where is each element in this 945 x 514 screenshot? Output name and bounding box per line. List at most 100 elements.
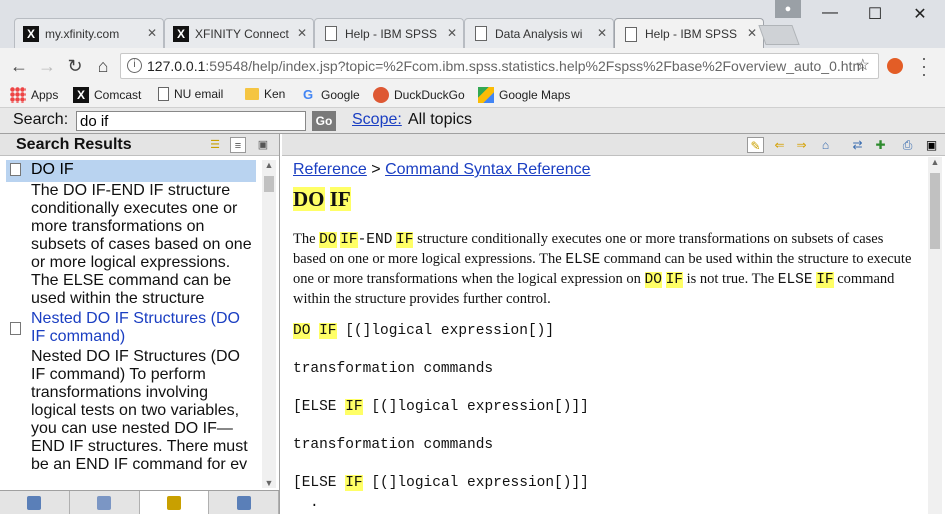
contents-tab[interactable] — [0, 491, 70, 514]
window-close-icon[interactable]: ✕ — [905, 4, 935, 24]
help-search-bar: Search: Go Scope: All topics — [0, 108, 945, 134]
syntax-line: [ELSE IF [(]logical expression[)]] — [293, 475, 589, 491]
result-title: Nested DO IF Structures (DO IF command) — [31, 310, 240, 345]
back-arrow-icon[interactable]: ← — [8, 56, 30, 77]
bookmark-apps[interactable]: Apps — [10, 87, 58, 103]
bookmark-document-icon[interactable]: ✚ — [872, 137, 889, 153]
bookmark-label: Google Maps — [499, 88, 571, 102]
syntax-line: DO IF [(]logical expression[)] — [293, 323, 554, 339]
bookmark-star-icon[interactable]: ☆ — [856, 54, 870, 78]
syntax-line: transformation commands — [293, 361, 494, 377]
scroll-thumb[interactable] — [264, 176, 274, 192]
breadcrumb-reference-link[interactable]: Reference — [293, 161, 367, 178]
content-scrollbar[interactable]: ▲ — [928, 157, 942, 514]
bookmark-label: Google — [321, 88, 360, 102]
title-term: DO — [293, 187, 325, 211]
keyword: IF — [816, 272, 834, 288]
bookmark-label: NU email — [174, 87, 224, 101]
document-icon — [10, 322, 21, 335]
home-topic-icon[interactable]: ⌂ — [817, 137, 834, 153]
browser-menu-icon[interactable]: · · · — [921, 49, 927, 83]
highlight-search-terms-icon[interactable]: ✎ — [747, 137, 764, 153]
forward-arrow-icon[interactable]: → — [36, 56, 58, 77]
bookmark-nu-email[interactable]: NU email — [158, 87, 223, 101]
bookmark-label: Apps — [31, 88, 59, 102]
show-categories-icon[interactable]: ☰ — [207, 137, 223, 153]
bookmarks-bar: Apps X Comcast NU email Ken G Google Duc… — [0, 84, 945, 108]
maximize-icon[interactable]: ☐ — [860, 4, 890, 24]
topic-content-pane: ✎ ⇐ ⇒ ⌂ ⇄ ✚ ⎙ ▣ Reference > Command Synt… — [282, 134, 945, 514]
page-title: DO IF — [293, 187, 351, 212]
document-icon — [158, 87, 169, 101]
close-icon[interactable]: ✕ — [147, 26, 157, 40]
search-results-tab[interactable] — [139, 491, 210, 514]
minimize-icon[interactable]: — — [815, 4, 845, 22]
search-label: Search: — [13, 111, 69, 128]
bookmark-duckduckgo[interactable]: DuckDuckGo — [373, 87, 465, 103]
keyword: IF — [319, 323, 337, 339]
browser-tab-1[interactable]: X my.xfinity.com ✕ — [14, 18, 164, 48]
bookmark-label: DuckDuckGo — [394, 88, 465, 102]
bookmarks-icon — [236, 495, 251, 510]
maximize-pane-icon[interactable]: ▣ — [923, 137, 940, 153]
scroll-down-icon[interactable]: ▼ — [262, 478, 276, 488]
bookmark-google[interactable]: G Google — [300, 87, 360, 103]
results-list: DO IF The DO IF-END IF structure conditi… — [0, 160, 261, 488]
back-topic-icon[interactable]: ⇐ — [771, 137, 788, 153]
index-tab[interactable] — [70, 491, 140, 514]
browser-tab-4[interactable]: Data Analysis wi ✕ — [464, 18, 614, 48]
keyword: IF — [345, 399, 363, 415]
keyword: DO — [644, 272, 662, 288]
close-icon[interactable]: ✕ — [447, 26, 457, 40]
reload-icon[interactable]: ↻ — [64, 56, 86, 77]
close-icon[interactable]: ✕ — [297, 26, 307, 40]
search-input[interactable] — [76, 111, 306, 131]
keyword: ELSE — [565, 252, 601, 268]
print-page-icon[interactable]: ⎙ — [899, 137, 916, 153]
topic-paragraph: The DO IF-END IF structure conditionally… — [293, 230, 918, 309]
info-icon[interactable]: i — [127, 58, 142, 73]
show-in-contents-icon[interactable]: ⇄ — [849, 137, 866, 153]
topic-body: Reference > Command Syntax Reference DO … — [282, 157, 927, 514]
scroll-up-icon[interactable]: ▲ — [928, 157, 942, 167]
bookmark-ken[interactable]: Ken — [245, 87, 285, 101]
index-icon — [97, 495, 112, 510]
title-term: IF — [329, 187, 351, 211]
home-icon[interactable]: ⌂ — [92, 56, 114, 77]
close-icon[interactable]: ✕ — [747, 26, 757, 40]
folder-icon — [245, 88, 259, 100]
user-profile-icon[interactable]: ● — [775, 0, 801, 18]
bookmark-label: Comcast — [94, 88, 142, 102]
go-button[interactable]: Go — [312, 111, 336, 131]
breadcrumb-separator: > — [371, 161, 381, 178]
bookmarks-tab[interactable] — [209, 491, 279, 514]
show-descriptions-icon[interactable]: ≡ — [230, 137, 246, 153]
browser-tab-3[interactable]: Help - IBM SPSS ✕ — [314, 18, 464, 48]
document-icon — [475, 26, 487, 41]
scroll-thumb[interactable] — [930, 173, 940, 249]
breadcrumb-command-syntax-link[interactable]: Command Syntax Reference — [385, 161, 590, 178]
results-scrollbar[interactable]: ▲ ▼ — [262, 160, 276, 488]
keyword: ELSE — [777, 272, 813, 288]
scroll-up-icon[interactable]: ▲ — [262, 160, 276, 170]
navigation-view-tabs — [0, 490, 279, 514]
syntax-line: transformation commands — [293, 437, 494, 453]
syntax-line: . — [310, 495, 319, 511]
browser-tab-2[interactable]: X XFINITY Connect ✕ — [164, 18, 314, 48]
forward-topic-icon[interactable]: ⇒ — [793, 137, 810, 153]
scope-link[interactable]: Scope: — [352, 111, 402, 129]
bookmark-comcast[interactable]: X Comcast — [73, 87, 141, 103]
bookmark-google-maps[interactable]: Google Maps — [478, 87, 570, 103]
syntax-text: [(]logical expression[)] — [345, 323, 555, 339]
new-tab-button[interactable] — [758, 25, 800, 45]
tab-label: my.xfinity.com — [45, 26, 120, 41]
extension-icon[interactable] — [887, 58, 903, 74]
result-item-do-if[interactable]: DO IF — [6, 160, 256, 182]
search-results-pane: Search Results ☰ ≡ ▣ DO IF The DO IF-END… — [0, 134, 280, 514]
browser-tab-5-active[interactable]: Help - IBM SPSS ✕ — [614, 18, 764, 49]
search-results-header: Search Results ☰ ≡ ▣ — [0, 134, 279, 156]
maximize-pane-icon[interactable]: ▣ — [255, 137, 271, 153]
address-bar[interactable]: i 127.0.0.1:59548/help/index.jsp?topic=%… — [120, 53, 879, 79]
result-title: DO IF — [31, 161, 74, 178]
close-icon[interactable]: ✕ — [597, 26, 607, 40]
